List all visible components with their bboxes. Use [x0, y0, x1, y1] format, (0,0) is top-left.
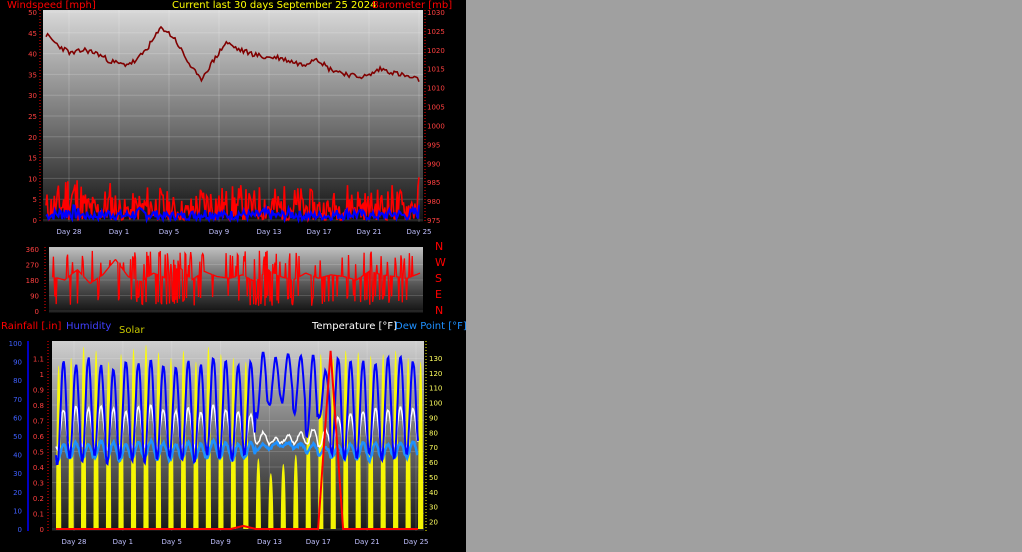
temperature-tick-label: 40	[429, 489, 438, 497]
direction-letter-n-top: N	[435, 240, 444, 253]
temperature-tick-label: 100	[429, 400, 442, 408]
humidity-tick-label: 20	[13, 489, 22, 497]
windspeed-axis-title: Windspeed [mph]	[7, 0, 96, 11]
temperature-tick-label: 30	[429, 504, 438, 512]
humidity-tick-label: 100	[9, 340, 22, 348]
direction-tick-label: 90	[30, 293, 39, 301]
day-tick-label: Day 21	[355, 538, 380, 546]
rainfall-tick-label: 0.5	[33, 449, 44, 457]
temperature-tick-label: 120	[429, 370, 442, 378]
direction-letter-e: E	[435, 288, 442, 301]
rainfall-tick-label: 0	[40, 526, 44, 534]
rainfall-tick-label: 1	[40, 371, 44, 379]
temperature-tick-label: 130	[429, 355, 442, 363]
windspeed-tick-label: 25	[28, 113, 37, 121]
humidity-tick-label: 60	[13, 414, 22, 422]
rainfall-tick-label: 0.6	[33, 433, 45, 441]
windspeed-tick-label: 5	[33, 196, 37, 204]
rainfall-tick-label: 0.8	[33, 402, 44, 410]
temperature-tick-label: 20	[429, 519, 438, 527]
humidity-tick-label: 90	[13, 359, 22, 367]
temperature-tick-label: 90	[429, 414, 438, 422]
rainfall-axis-title: Rainfall [.in]	[1, 321, 62, 332]
rainfall-tick-label: 0.4	[33, 464, 45, 472]
humidity-tick-label: 10	[13, 507, 22, 515]
chart-title: Current last 30 days September 25 2024	[172, 0, 377, 11]
rainfall-tick-label: 0.9	[33, 387, 44, 395]
barometer-tick-label: 1005	[427, 104, 445, 112]
solar-axis-title: Solar	[119, 325, 145, 336]
humidity-tick-label: 0	[18, 526, 22, 534]
temperature-tick-label: 110	[429, 385, 442, 393]
windspeed-tick-label: 40	[28, 51, 37, 59]
windspeed-tick-label: 0	[33, 217, 37, 225]
barometer-tick-label: 1020	[427, 47, 445, 55]
day-tick-label: Day 25	[404, 538, 429, 546]
day-tick-label: Day 28	[62, 538, 87, 546]
day-tick-label: Day 28	[57, 228, 82, 236]
barometer-tick-label: 1000	[427, 122, 445, 130]
direction-letter-w: W	[435, 256, 446, 269]
direction-tick-label: 180	[26, 277, 39, 285]
humidity-tick-label: 70	[13, 396, 22, 404]
windspeed-tick-label: 30	[28, 92, 37, 100]
barometer-tick-label: 1025	[427, 28, 445, 36]
barometer-axis-title: Barometer [mb]	[372, 0, 453, 11]
humidity-axis-title: Humidity	[66, 321, 112, 332]
humidity-tick-label: 80	[13, 377, 22, 385]
temperature-tick-label: 50	[429, 474, 438, 482]
windspeed-tick-label: 10	[28, 175, 37, 183]
humidity-tick-label: 40	[13, 452, 22, 460]
direction-tick-label: 270	[26, 262, 39, 270]
direction-letter-n-bottom: N	[435, 304, 444, 317]
barometer-tick-label: 995	[427, 141, 440, 149]
day-tick-label: Day 25	[407, 228, 432, 236]
direction-tick-label: 360	[26, 246, 39, 254]
day-tick-label: Day 21	[357, 228, 382, 236]
rainfall-tick-label: 0.2	[33, 495, 44, 503]
windspeed-tick-label: 45	[28, 30, 37, 38]
temperature-tick-label: 80	[429, 429, 438, 437]
barometer-tick-label: 990	[427, 160, 440, 168]
windspeed-tick-label: 15	[28, 155, 37, 163]
windspeed-tick-label: 20	[28, 134, 37, 142]
day-tick-label: Day 9	[210, 538, 231, 546]
rainfall-tick-label: 1.1	[33, 356, 44, 364]
rainfall-tick-label: 0.1	[33, 511, 44, 519]
temperature-tick-label: 70	[429, 444, 438, 452]
day-tick-label: Day 9	[209, 228, 230, 236]
temperature-axis-title: Temperature [°F]	[312, 321, 398, 332]
barometer-tick-label: 1015	[427, 66, 445, 74]
barometer-tick-label: 985	[427, 179, 440, 187]
day-tick-label: Day 1	[109, 228, 130, 236]
humidity-tick-label: 30	[13, 470, 22, 478]
dew-point-axis-title: Dew Point [°F]	[395, 321, 467, 332]
day-tick-label: Day 1	[113, 538, 134, 546]
rainfall-tick-label: 0.3	[33, 480, 44, 488]
day-tick-label: Day 5	[161, 538, 182, 546]
direction-tick-label: 0	[35, 308, 39, 316]
barometer-tick-label: 1010	[427, 85, 445, 93]
rainfall-tick-label: 0.7	[33, 418, 44, 426]
day-tick-label: Day 5	[159, 228, 180, 236]
day-tick-label: Day 13	[257, 228, 282, 236]
weather-charts-svg: 0510152025303540455097598098599099510001…	[9, 9, 445, 546]
humidity-tick-label: 50	[13, 433, 22, 441]
windspeed-tick-label: 35	[28, 71, 37, 79]
temperature-tick-label: 60	[429, 459, 438, 467]
barometer-tick-label: 980	[427, 198, 440, 206]
barometer-tick-label: 975	[427, 217, 440, 225]
day-tick-label: Day 17	[307, 228, 332, 236]
day-tick-label: Day 13	[257, 538, 282, 546]
direction-letter-s: S	[435, 272, 442, 285]
day-tick-label: Day 17	[306, 538, 331, 546]
